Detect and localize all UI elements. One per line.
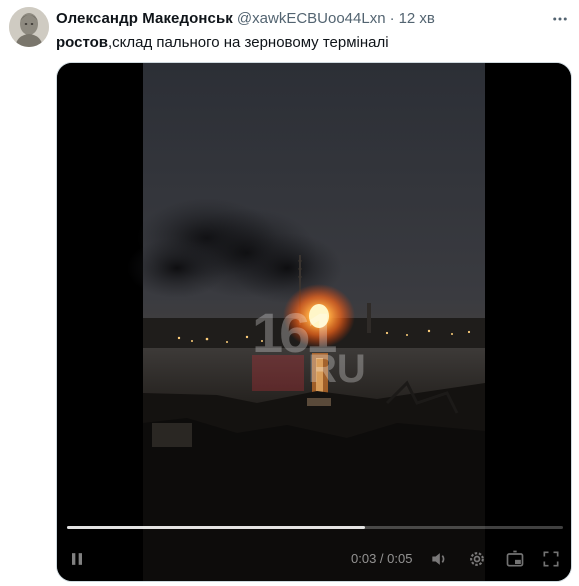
volume-button[interactable] <box>427 547 451 571</box>
tweet-text-body: ,склад пального на зерновому терміналі <box>108 34 389 51</box>
fullscreen-button[interactable] <box>539 547 563 571</box>
tweet-header: Олександр Македонськ @xawkECBUoo44Lxn · … <box>56 10 435 30</box>
settings-button[interactable] <box>465 547 489 571</box>
time-readout: 0:03 / 0:05 <box>351 551 413 566</box>
separator-dot: · <box>389 10 395 27</box>
avatar-image <box>9 7 49 47</box>
picture-in-picture-button[interactable] <box>503 547 527 571</box>
progress-bar[interactable] <box>67 526 563 529</box>
tweet-text-hashtag: ростов <box>56 34 109 51</box>
watermark-ru: RU <box>308 347 366 391</box>
more-options-button[interactable] <box>549 8 571 30</box>
avatar[interactable] <box>9 7 49 47</box>
video-controls: 0:03 / 0:05 <box>57 521 571 581</box>
timestamp[interactable]: 12 хв <box>399 10 435 27</box>
video-player[interactable]: 161 RU 0:03 / 0:05 <box>56 62 572 582</box>
author-name[interactable]: Олександр Македонськ <box>56 10 233 27</box>
tweet-text: ростов,склад пального на зерновому термі… <box>56 33 389 53</box>
progress-fill <box>67 526 365 529</box>
picture-in-picture-icon <box>506 550 524 567</box>
gear-icon <box>470 552 484 566</box>
video-watermark: 161 RU <box>252 305 382 395</box>
fullscreen-icon <box>543 551 559 567</box>
more-dots-icon <box>553 17 567 21</box>
pause-icon <box>72 553 82 565</box>
tweet[interactable]: Олександр Македонськ @xawkECBUoo44Lxn · … <box>0 0 579 586</box>
volume-icon <box>432 553 445 565</box>
author-handle[interactable]: @xawkECBUoo44Lxn <box>237 10 386 27</box>
pause-button[interactable] <box>65 547 89 571</box>
